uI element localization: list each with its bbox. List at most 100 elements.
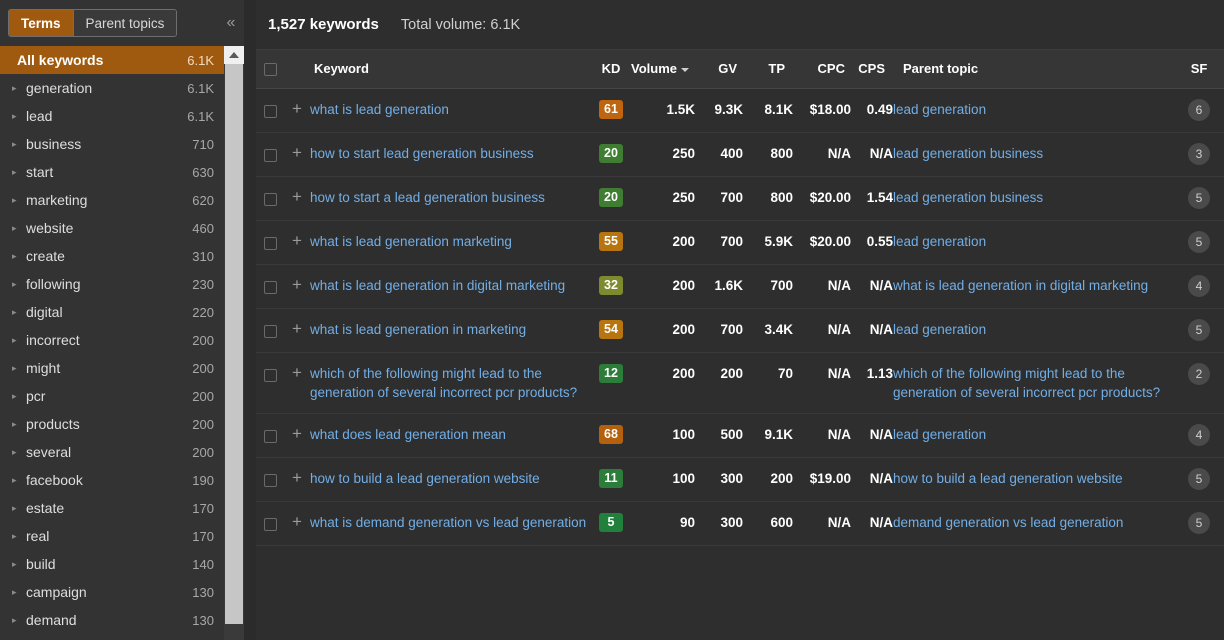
row-checkbox[interactable] — [264, 369, 277, 382]
sidebar-item-might[interactable]: ▸might200 — [0, 354, 256, 382]
row-checkbox[interactable] — [264, 237, 277, 250]
plus-icon[interactable]: + — [292, 276, 302, 293]
row-checkbox[interactable] — [264, 430, 277, 443]
sidebar-scrollbar[interactable] — [224, 46, 244, 640]
plus-icon[interactable]: + — [292, 425, 302, 442]
column-header-volume[interactable]: Volume — [631, 50, 695, 88]
expand-caret-icon[interactable]: ▸ — [12, 476, 26, 485]
sidebar-item-build[interactable]: ▸build140 — [0, 550, 256, 578]
parent-topic-link[interactable]: which of the following might lead to the… — [893, 366, 1160, 400]
tab-parent-topics[interactable]: Parent topics — [74, 10, 177, 36]
table-row[interactable]: +what is lead generation in marketing542… — [256, 308, 1224, 352]
expand-caret-icon[interactable]: ▸ — [12, 196, 26, 205]
sidebar-item-all-keywords[interactable]: All keywords 6.1K — [0, 46, 256, 74]
sidebar-item-incorrect[interactable]: ▸incorrect200 — [0, 326, 256, 354]
row-checkbox[interactable] — [264, 105, 277, 118]
tab-terms[interactable]: Terms — [9, 10, 74, 36]
parent-topic-link[interactable]: lead generation business — [893, 190, 1043, 205]
parent-topic-link[interactable]: lead generation business — [893, 146, 1043, 161]
keyword-link[interactable]: what is lead generation in marketing — [310, 322, 526, 337]
parent-topic-link[interactable]: how to build a lead generation website — [893, 471, 1123, 486]
row-checkbox[interactable] — [264, 149, 277, 162]
sidebar-item-start[interactable]: ▸start630 — [0, 158, 256, 186]
sidebar-item-several[interactable]: ▸several200 — [0, 438, 256, 466]
keyword-link[interactable]: how to start a lead generation business — [310, 190, 545, 205]
expand-caret-icon[interactable]: ▸ — [12, 616, 26, 625]
sidebar-item-demand[interactable]: ▸demand130 — [0, 606, 256, 634]
row-checkbox[interactable] — [264, 281, 277, 294]
sidebar-item-business[interactable]: ▸business710 — [0, 130, 256, 158]
expand-caret-icon[interactable]: ▸ — [12, 420, 26, 429]
plus-icon[interactable]: + — [292, 320, 302, 337]
expand-caret-icon[interactable]: ▸ — [12, 588, 26, 597]
expand-caret-icon[interactable]: ▸ — [12, 252, 26, 261]
table-row[interactable]: + how to start a lead generation business… — [256, 176, 1224, 220]
expand-caret-icon[interactable]: ▸ — [12, 532, 26, 541]
column-header-keyword[interactable]: Keyword — [310, 50, 591, 88]
column-header-parent-topic[interactable]: Parent topic — [893, 50, 1174, 88]
sidebar-item-pcr[interactable]: ▸pcr200 — [0, 382, 256, 410]
column-header-sf[interactable]: SF — [1174, 50, 1224, 88]
plus-icon[interactable]: + — [292, 188, 302, 205]
column-header-gv[interactable]: GV — [695, 50, 743, 88]
keyword-link[interactable]: what is lead generation in digital marke… — [310, 278, 565, 293]
expand-caret-icon[interactable]: ▸ — [12, 224, 26, 233]
sidebar-item-digital[interactable]: ▸digital220 — [0, 298, 256, 326]
keyword-link[interactable]: what is lead generation — [310, 102, 449, 117]
expand-caret-icon[interactable]: ▸ — [12, 168, 26, 177]
sidebar-item-create[interactable]: ▸create310 — [0, 242, 256, 270]
expand-caret-icon[interactable]: ▸ — [12, 140, 26, 149]
sidebar-item-real[interactable]: ▸real170 — [0, 522, 256, 550]
parent-topic-link[interactable]: lead generation — [893, 234, 986, 249]
table-row[interactable]: +how to build a lead generation website1… — [256, 457, 1224, 501]
column-header-cps[interactable]: CPS — [851, 50, 893, 88]
sidebar-scrollbar-thumb[interactable] — [225, 64, 243, 624]
expand-caret-icon[interactable]: ▸ — [12, 336, 26, 345]
sidebar-item-campaign[interactable]: ▸campaign130 — [0, 578, 256, 606]
plus-icon[interactable]: + — [292, 469, 302, 486]
column-header-tp[interactable]: TP — [743, 50, 793, 88]
keyword-link[interactable]: what is demand generation vs lead genera… — [310, 515, 586, 530]
table-row[interactable]: +what does lead generation mean681005009… — [256, 413, 1224, 457]
row-checkbox[interactable] — [264, 193, 277, 206]
row-checkbox[interactable] — [264, 518, 277, 531]
sidebar-item-estate[interactable]: ▸estate170 — [0, 494, 256, 522]
plus-icon[interactable]: + — [292, 364, 302, 381]
parent-topic-link[interactable]: lead generation — [893, 322, 986, 337]
table-row[interactable]: + what is demand generation vs lead gener… — [256, 501, 1224, 545]
plus-icon[interactable]: + — [292, 100, 302, 117]
expand-caret-icon[interactable]: ▸ — [12, 560, 26, 569]
sidebar-item-facebook[interactable]: ▸facebook190 — [0, 466, 256, 494]
sidebar-item-generation[interactable]: ▸generation6.1K — [0, 74, 256, 102]
expand-caret-icon[interactable]: ▸ — [12, 84, 26, 93]
expand-caret-icon[interactable]: ▸ — [12, 364, 26, 373]
table-row[interactable]: +how to start lead generation business20… — [256, 132, 1224, 176]
sidebar-item-website[interactable]: ▸website460 — [0, 214, 256, 242]
table-row[interactable]: + what is lead generation in digital mark… — [256, 264, 1224, 308]
expand-caret-icon[interactable]: ▸ — [12, 504, 26, 513]
parent-topic-link[interactable]: lead generation — [893, 427, 986, 442]
parent-topic-link[interactable]: demand generation vs lead generation — [893, 515, 1123, 530]
table-row[interactable]: +what is lead generation611.5K9.3K8.1K$1… — [256, 88, 1224, 132]
row-checkbox[interactable] — [264, 474, 277, 487]
parent-topic-link[interactable]: lead generation — [893, 102, 986, 117]
select-all-checkbox[interactable] — [264, 63, 277, 76]
keyword-link[interactable]: which of the following might lead to the… — [310, 366, 577, 400]
plus-icon[interactable]: + — [292, 513, 302, 530]
expand-caret-icon[interactable]: ▸ — [12, 392, 26, 401]
plus-icon[interactable]: + — [292, 144, 302, 161]
column-header-kd[interactable]: KD — [591, 50, 631, 88]
table-row[interactable]: +what is lead generation marketing552007… — [256, 220, 1224, 264]
expand-caret-icon[interactable]: ▸ — [12, 308, 26, 317]
expand-caret-icon[interactable]: ▸ — [12, 280, 26, 289]
keyword-link[interactable]: how to build a lead generation website — [310, 471, 540, 486]
keyword-link[interactable]: what is lead generation marketing — [310, 234, 512, 249]
expand-caret-icon[interactable]: ▸ — [12, 112, 26, 121]
scroll-up-arrow-icon[interactable] — [224, 46, 244, 64]
sidebar-item-marketing[interactable]: ▸marketing620 — [0, 186, 256, 214]
table-row[interactable]: + which of the following might lead to th… — [256, 352, 1224, 413]
double-chevron-left-icon[interactable]: « — [218, 11, 244, 35]
column-header-cpc[interactable]: CPC — [793, 50, 851, 88]
sidebar-item-following[interactable]: ▸following230 — [0, 270, 256, 298]
keyword-link[interactable]: what does lead generation mean — [310, 427, 506, 442]
